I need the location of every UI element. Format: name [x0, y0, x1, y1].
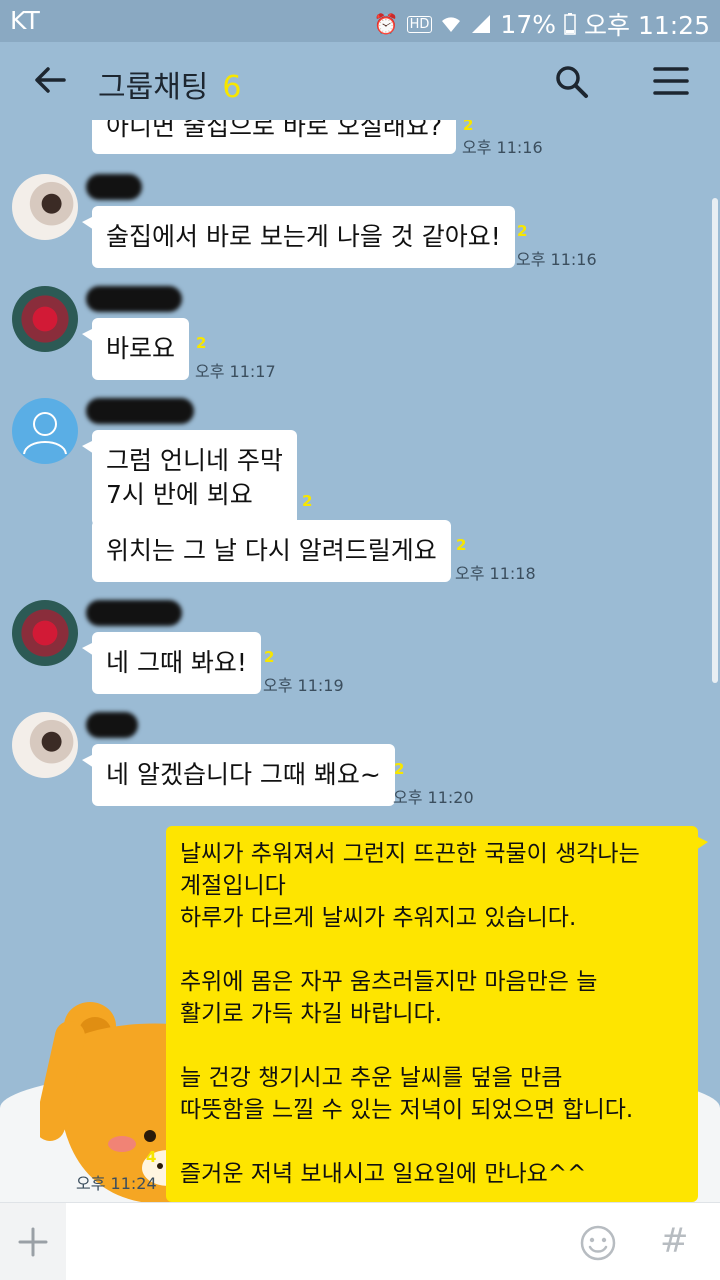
message-time: 오후 11:16 — [462, 138, 543, 157]
message-bubble[interactable]: 위치는 그 날 다시 알려드릴게요 — [92, 520, 451, 582]
message-bubble[interactable]: 네 알겠습니다 그때 봬요~ — [82, 744, 395, 806]
attach-button[interactable] — [0, 1203, 66, 1280]
battery-percent: 17% — [500, 9, 556, 39]
message-time: 오후 11:18 — [455, 564, 536, 583]
message-bubble[interactable]: 아니면 술집으로 바로 오실래요? — [92, 120, 457, 154]
message-bubble[interactable]: 술집에서 바로 보는게 나을 것 같아요! — [82, 206, 515, 268]
hd-icon: HD — [406, 15, 433, 33]
message-time: 오후 11:20 — [393, 788, 474, 807]
carrier-name: KT — [10, 6, 40, 35]
unread-count: 2 — [394, 760, 405, 778]
unread-count: 2 — [517, 222, 528, 240]
message-input-bar: # — [0, 1202, 720, 1280]
menu-icon[interactable] — [650, 60, 692, 102]
unread-count: 2 — [456, 536, 467, 554]
default-profile-icon — [23, 412, 67, 455]
emoji-icon[interactable] — [578, 1223, 618, 1263]
sender-avatar[interactable] — [12, 600, 78, 666]
hashtag-button[interactable]: # — [660, 1221, 689, 1261]
unread-count: 2 — [196, 334, 207, 352]
unread-count: 2 — [264, 648, 275, 666]
wifi-icon — [442, 17, 461, 32]
message-bubble[interactable]: 바로요 — [81, 318, 190, 380]
message-bubble[interactable]: 그럼 언니네 주막 7시 반에 뵈요 — [82, 430, 297, 526]
sender-name-redacted — [86, 398, 194, 424]
message-time: 오후 11:17 — [195, 362, 276, 381]
alarm-icon: ⏰ — [373, 12, 399, 36]
sender-name-redacted — [86, 174, 142, 200]
sender-avatar[interactable] — [12, 174, 78, 240]
message-input[interactable] — [70, 1213, 560, 1271]
battery-icon — [564, 13, 576, 35]
chat-title-text: 그룹채팅 — [98, 70, 209, 105]
plus-icon — [18, 1227, 48, 1257]
sender-name-redacted — [86, 600, 182, 626]
back-arrow-icon[interactable] — [30, 60, 70, 100]
my-message-bubble[interactable]: 날씨가 추워져서 그런지 뜨끈한 국물이 생각나는 계절입니다 하루가 다르게 … — [166, 826, 708, 1202]
scrollbar[interactable] — [712, 198, 718, 683]
chat-area[interactable]: 아니면 술집으로 바로 오실래요? 2 오후 11:16 술집에서 바로 보는게… — [0, 120, 720, 1202]
message-time: 오후 11:19 — [263, 676, 344, 695]
status-bar: KT ⏰ HD 17% 오후 11:25 — [0, 0, 720, 42]
signal-icon — [472, 15, 491, 33]
message-time: 오후 11:16 — [516, 250, 597, 269]
chat-title: 그룹채팅 6 — [98, 62, 242, 106]
message-bubble[interactable]: 네 그때 봐요! — [82, 632, 261, 694]
unread-count: 2 — [463, 120, 474, 134]
search-icon[interactable] — [550, 60, 592, 102]
unread-count: 4 — [146, 1148, 157, 1166]
unread-count: 2 — [302, 492, 313, 510]
sender-avatar[interactable] — [12, 398, 78, 464]
chat-header: 그룹채팅 6 — [0, 42, 720, 120]
status-icons: ⏰ HD 17% 오후 11:25 — [374, 6, 710, 42]
message-time: 오후 11:24 — [76, 1174, 157, 1193]
sender-avatar[interactable] — [12, 712, 78, 778]
sender-name-redacted — [86, 286, 182, 312]
sender-avatar[interactable] — [12, 286, 78, 352]
member-count: 6 — [222, 70, 242, 105]
sender-name-redacted — [86, 712, 138, 738]
clock: 오후 11:25 — [584, 11, 710, 40]
